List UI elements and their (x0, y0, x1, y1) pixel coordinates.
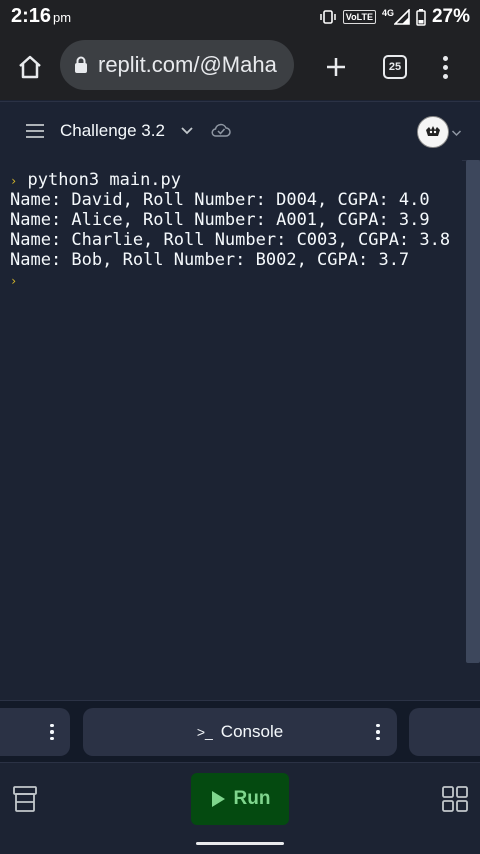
output-line: Name: Charlie, Roll Number: C003, CGPA: … (10, 230, 451, 250)
cloud-sync-status[interactable] (210, 121, 232, 144)
command-text: python3 main.py (27, 170, 182, 190)
title-dropdown-button[interactable] (180, 124, 194, 142)
clock-ampm: pm (53, 10, 72, 25)
play-icon (211, 791, 225, 807)
run-label: Run (233, 788, 271, 809)
grid-icon (442, 786, 468, 812)
vibrate-icon (320, 10, 336, 24)
files-button[interactable] (12, 785, 38, 818)
run-button[interactable]: Run (191, 773, 289, 825)
status-bar: 2:16 pm VoLTE 4G 27% (0, 0, 480, 34)
pane-tab-right[interactable] (409, 708, 480, 756)
url-text: replit.com/@Maha (98, 52, 277, 77)
console-output[interactable]: › python3 main.py Name: David, Roll Numb… (0, 160, 462, 700)
chevron-down-icon (451, 130, 462, 137)
tab-count: 25 (383, 55, 407, 79)
plus-icon (327, 58, 345, 76)
clock-time: 2:16 (11, 5, 52, 27)
user-avatar[interactable] (417, 116, 449, 148)
kebab-menu-icon (442, 55, 448, 79)
tab-switcher-button[interactable]: 25 (378, 34, 412, 100)
gesture-navigation-area (0, 837, 480, 854)
terminal-icon: >_ (196, 724, 213, 740)
new-tab-button[interactable] (316, 34, 356, 100)
status-indicators: VoLTE 4G 27% (319, 6, 470, 28)
command-line: › python3 main.py (10, 170, 181, 191)
status-time: 2:16 pm (11, 5, 71, 28)
avatar-dropdown-button[interactable] (451, 125, 462, 143)
battery-icon (416, 8, 426, 26)
menu-button[interactable] (24, 121, 46, 141)
prompt-chevron-icon: › (10, 274, 18, 288)
chevron-down-icon (181, 127, 193, 135)
pane-tab-left[interactable] (0, 708, 70, 756)
bottom-action-bar: Run (0, 762, 480, 838)
pane-tabs-strip: >_ Console (0, 700, 480, 763)
repl-header: Challenge 3.2 (0, 101, 480, 161)
pane-options-button[interactable] (42, 720, 62, 744)
prompt-chevron-icon: › (10, 174, 18, 188)
files-panel-icon (13, 786, 37, 812)
address-bar[interactable]: replit.com/@Maha (60, 40, 294, 90)
lock-icon (75, 56, 87, 73)
output-line: Name: Bob, Roll Number: B002, CGPA: 3.7 (10, 250, 410, 270)
battery-percent: 27% (431, 6, 470, 27)
home-button[interactable] (10, 34, 50, 100)
home-icon (19, 55, 41, 79)
avatar-icon (426, 126, 440, 136)
console-tab-label: >_ Console (83, 722, 397, 742)
signal-label: 4G (381, 8, 394, 18)
gesture-handle[interactable] (196, 842, 284, 845)
volte-badge: VoLTE (342, 10, 376, 24)
hamburger-icon (26, 124, 44, 138)
input-prompt-line: › (10, 270, 17, 291)
signal-icon (393, 9, 410, 25)
pane-tab-console[interactable]: >_ Console (83, 708, 397, 756)
console-scrollbar[interactable] (466, 160, 480, 663)
console-options-button[interactable] (368, 720, 388, 744)
output-line: Name: David, Roll Number: D004, CGPA: 4.… (10, 190, 430, 210)
output-line: Name: Alice, Roll Number: A001, CGPA: 3.… (10, 210, 430, 230)
console-tab-text: Console (220, 722, 284, 741)
tools-grid-button[interactable] (441, 785, 469, 818)
browser-menu-button[interactable] (432, 34, 458, 100)
cloud-check-icon (211, 123, 231, 137)
repl-title[interactable]: Challenge 3.2 (60, 121, 165, 141)
